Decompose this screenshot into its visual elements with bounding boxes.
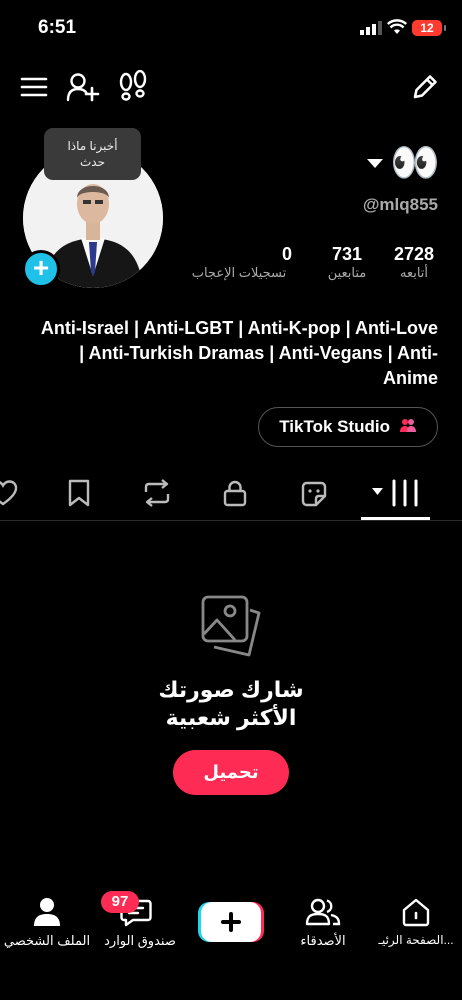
empty-state-title-text: شارك صورتك الأكثر شعبية (158, 677, 304, 730)
stat-following[interactable]: 2728 أتابعه (389, 244, 439, 281)
tab-stickers[interactable] (299, 479, 329, 509)
display-name: 👀 (390, 141, 440, 185)
tab-favorites[interactable] (66, 478, 92, 508)
tab-liked[interactable] (0, 478, 18, 508)
nav-profile-label: الملف الشخصي (3, 933, 91, 948)
home-icon (370, 896, 462, 928)
battery-indicator: 12 (412, 20, 446, 36)
create-button[interactable] (198, 902, 264, 942)
tiktok-studio-button[interactable]: TikTok Studio (258, 407, 438, 447)
stat-likes-label: تسجيلات الإعجاب (191, 265, 287, 280)
nav-friends-label: الأصدقاء (300, 933, 346, 948)
tiktok-studio-label: TikTok Studio (279, 417, 391, 436)
add-friend-icon[interactable] (66, 71, 100, 103)
status-time: 6:51 (38, 17, 77, 38)
menu-icon[interactable] (20, 75, 48, 99)
footprints-icon[interactable] (117, 70, 149, 104)
pencil-icon[interactable] (409, 71, 441, 103)
nav-home-label: الصفحة الرئيـ... (378, 933, 454, 947)
nav-home[interactable]: الصفحة الرئيـ... (370, 896, 462, 947)
photos-icon (200, 594, 264, 658)
stat-followers-value: 731 (331, 244, 363, 264)
signal-icon (360, 21, 382, 35)
tabs-divider (0, 520, 462, 521)
stat-followers-label: متابعين (327, 265, 367, 280)
add-avatar-button[interactable]: + (22, 250, 60, 288)
upload-button[interactable]: تحميل (173, 750, 289, 795)
tab-videos[interactable] (370, 478, 420, 508)
tab-private[interactable] (220, 478, 250, 508)
tooltip-text: أخبرنا ماذا حدث (67, 139, 118, 169)
stat-following-value: 2728 (393, 244, 435, 264)
inbox-badge: 97 (101, 891, 139, 913)
stat-likes-value: 0 (281, 244, 292, 264)
nav-friends[interactable]: الأصدقاء (288, 896, 358, 949)
feedback-tooltip[interactable]: أخبرنا ماذا حدث (44, 128, 141, 180)
empty-state-title: شارك صورتك الأكثر شعبية (100, 676, 362, 732)
studio-people-icon (399, 409, 417, 447)
profile-bio: Anti-Israel | Anti-LGBT | Anti-K-pop | A… (40, 318, 438, 388)
profile-icon (0, 896, 94, 928)
stat-followers[interactable]: 731 متابعين (316, 244, 378, 281)
account-switcher-chevron-icon[interactable] (366, 156, 384, 174)
nav-inbox-label: صندوق الوارد (104, 933, 176, 948)
nav-profile[interactable]: الملف الشخصي (0, 896, 94, 949)
username: @mlq855 (362, 195, 438, 214)
wifi-icon (387, 19, 407, 35)
stat-likes[interactable]: 0 تسجيلات الإعجاب (178, 244, 300, 281)
stat-following-label: أتابعه (399, 265, 429, 280)
friends-icon (288, 896, 358, 928)
tab-reposts[interactable] (141, 478, 173, 508)
